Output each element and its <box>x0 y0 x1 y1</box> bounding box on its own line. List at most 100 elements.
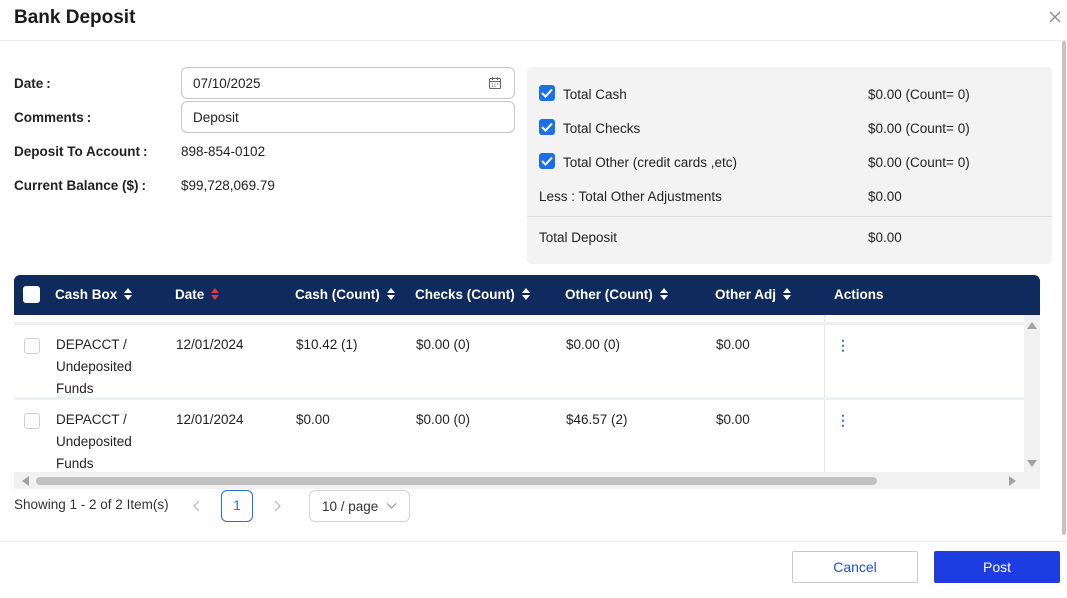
table-body[interactable]: DEPACCT / Undeposited Funds 12/01/2024 $… <box>14 315 1024 472</box>
pagination-summary: Showing 1 - 2 of 2 Item(s) <box>14 497 169 512</box>
total-cash-checkbox[interactable] <box>539 85 555 101</box>
table-header: Cash Box Date Cash (Count) Checks (Count… <box>14 275 1040 315</box>
current-balance-value: $99,728,069.79 <box>181 178 275 193</box>
page-number-current[interactable]: 1 <box>221 490 253 522</box>
sort-icon[interactable] <box>521 287 531 301</box>
sort-icon[interactable] <box>123 287 133 301</box>
row-checkbox[interactable] <box>24 413 40 429</box>
total-checks-label: Total Checks <box>563 121 641 136</box>
cell-date: 12/01/2024 <box>176 412 244 427</box>
total-cash-value: $0.00 (Count= 0) <box>868 87 970 102</box>
cash-box-line: Undeposited <box>56 434 132 449</box>
deposit-account-label-colon: : <box>143 144 148 159</box>
cell-other: $46.57 (2) <box>566 412 628 427</box>
cell-checks: $0.00 (0) <box>416 412 471 427</box>
column-header-other-adj[interactable]: Other Adj <box>715 287 792 302</box>
scroll-down-arrow-icon[interactable] <box>1027 460 1037 467</box>
column-header-cash-box[interactable]: Cash Box <box>55 287 133 302</box>
close-icon[interactable] <box>1044 6 1066 28</box>
table-vertical-scrollbar[interactable] <box>1024 315 1040 472</box>
cell-other-adj: $0.00 <box>716 337 750 352</box>
scroll-up-arrow-icon[interactable] <box>1027 322 1037 329</box>
cancel-button[interactable]: Cancel <box>792 551 918 583</box>
column-header-cash-count[interactable]: Cash (Count) <box>295 287 396 302</box>
adjustments-value: $0.00 <box>868 189 902 204</box>
cell-date: 12/01/2024 <box>176 337 244 352</box>
next-page-icon[interactable] <box>270 498 284 514</box>
chevron-down-icon <box>386 503 397 509</box>
cell-cash: $10.42 (1) <box>296 337 358 352</box>
deposit-account-label: Deposit To Account: <box>14 144 148 159</box>
date-label-text: Date <box>14 76 44 91</box>
current-balance-label: Current Balance ($): <box>14 178 146 193</box>
page-size-select[interactable]: 10 / page <box>309 490 410 522</box>
dialog-scrollbar[interactable] <box>1062 41 1067 541</box>
summary-row-adjustments: Less : Total Other Adjustments $0.00 <box>527 180 1052 210</box>
current-balance-label-text: Current Balance ($) <box>14 178 139 193</box>
column-header-cash-box-label: Cash Box <box>55 287 118 302</box>
comments-input[interactable]: Deposit <box>181 101 515 133</box>
summary-row-total-checks: Total Checks $0.00 (Count= 0) <box>527 112 1052 142</box>
cash-box-line: DEPACCT / <box>56 412 127 427</box>
total-checks-checkbox[interactable] <box>539 119 555 135</box>
post-button[interactable]: Post <box>934 551 1060 583</box>
horizontal-scrollbar-thumb[interactable] <box>36 477 877 485</box>
column-header-other-count[interactable]: Other (Count) <box>565 287 669 302</box>
column-header-checks-count[interactable]: Checks (Count) <box>415 287 531 302</box>
comments-label-text: Comments <box>14 110 84 125</box>
cash-box-line: Undeposited <box>56 359 132 374</box>
cell-other-adj: $0.00 <box>716 412 750 427</box>
cash-box-line: DEPACCT / <box>56 337 127 352</box>
cell-other: $0.00 (0) <box>566 337 621 352</box>
deposit-summary-panel: Total Cash $0.00 (Count= 0) Total Checks… <box>527 67 1052 264</box>
previous-page-icon[interactable] <box>190 498 204 514</box>
page-size-value: 10 / page <box>322 499 379 514</box>
dialog-scrollbar-thumb[interactable] <box>1062 41 1066 535</box>
sort-icon[interactable] <box>782 287 792 301</box>
summary-row-total-other: Total Other (credit cards ,etc) $0.00 (C… <box>527 146 1052 176</box>
total-deposit-value: $0.00 <box>868 230 902 245</box>
column-header-cash-count-label: Cash (Count) <box>295 287 380 302</box>
deposit-account-value: 898-854-0102 <box>181 144 266 159</box>
table-row[interactable]: DEPACCT / Undeposited Funds 12/01/2024 $… <box>14 322 1024 397</box>
total-deposit-label: Total Deposit <box>539 230 618 245</box>
sort-icon[interactable] <box>386 287 396 301</box>
column-header-other-adj-label: Other Adj <box>715 287 777 302</box>
cell-cash: $0.00 <box>296 412 330 427</box>
sort-icon-active[interactable] <box>210 287 220 301</box>
table-row[interactable]: DEPACCT / Undeposited Funds 12/01/2024 $… <box>14 397 1024 472</box>
comments-label-colon: : <box>86 110 92 125</box>
adjustments-label: Less : Total Other Adjustments <box>539 189 722 204</box>
dialog-header: Bank Deposit <box>0 0 1067 41</box>
total-other-checkbox[interactable] <box>539 153 555 169</box>
date-label: Date: <box>14 76 51 91</box>
column-header-actions: Actions <box>834 287 884 302</box>
scroll-left-arrow-icon[interactable] <box>22 476 29 486</box>
cell-cash-box: DEPACCT / Undeposited Funds <box>56 334 132 400</box>
total-checks-value: $0.00 (Count= 0) <box>868 121 970 136</box>
summary-row-total-deposit: Total Deposit $0.00 <box>527 221 1052 251</box>
more-actions-icon[interactable]: ⋮ <box>836 409 850 431</box>
column-header-date[interactable]: Date <box>175 287 220 302</box>
deposit-account-label-text: Deposit To Account <box>14 144 140 159</box>
date-picker-input[interactable]: 07/10/2025 <box>181 67 515 99</box>
summary-divider <box>527 216 1052 217</box>
column-header-other-count-label: Other (Count) <box>565 287 653 302</box>
total-other-value: $0.00 (Count= 0) <box>868 155 970 170</box>
calendar-icon[interactable] <box>488 76 502 90</box>
scroll-right-arrow-icon[interactable] <box>1009 476 1016 486</box>
cell-checks: $0.00 (0) <box>416 337 471 352</box>
cell-cash-box: DEPACCT / Undeposited Funds <box>56 409 132 472</box>
sort-icon[interactable] <box>659 287 669 301</box>
dialog-footer: Cancel Post <box>0 541 1067 598</box>
table-horizontal-scrollbar[interactable] <box>14 472 1040 489</box>
date-value: 07/10/2025 <box>193 76 261 91</box>
total-cash-label: Total Cash <box>563 87 627 102</box>
column-header-date-label: Date <box>175 287 205 302</box>
select-all-checkbox[interactable] <box>23 286 40 303</box>
summary-row-total-cash: Total Cash $0.00 (Count= 0) <box>527 78 1052 108</box>
more-actions-icon[interactable]: ⋮ <box>836 334 850 356</box>
column-header-checks-count-label: Checks (Count) <box>415 287 515 302</box>
row-checkbox[interactable] <box>24 338 40 354</box>
bank-deposit-dialog: Bank Deposit Date: 07/10/2025 Comments: … <box>0 0 1067 598</box>
